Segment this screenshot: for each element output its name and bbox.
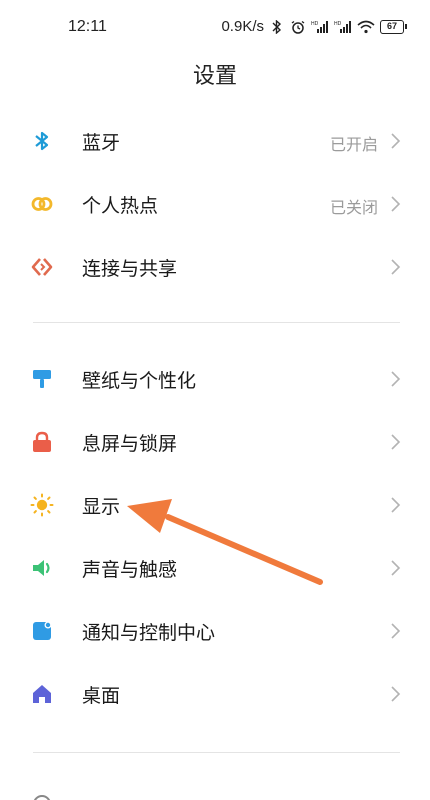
annotation-arrow bbox=[127, 499, 323, 585]
